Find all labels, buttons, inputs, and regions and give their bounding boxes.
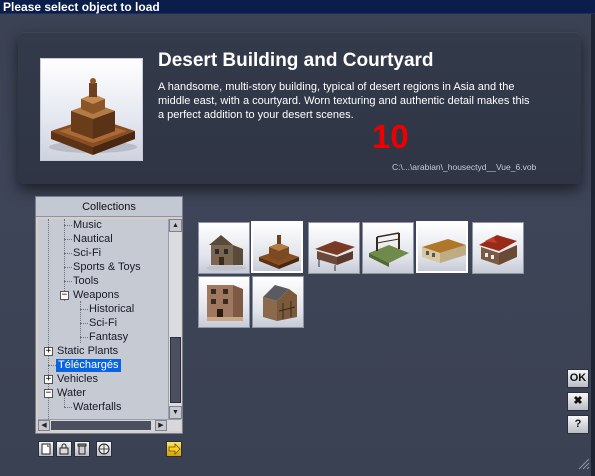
ruined-shack-thumbnail[interactable] [308, 222, 360, 274]
tree-line [64, 225, 72, 226]
hscroll-thumb[interactable] [51, 421, 151, 430]
collapse-weapons-icon[interactable]: − [60, 291, 69, 300]
tree-item-weapons-scifi[interactable]: Sci-Fi [89, 317, 117, 330]
collapse-water-icon[interactable]: − [44, 389, 53, 398]
preview-thumbnail [40, 58, 143, 161]
scaffold-thumbnail[interactable] [362, 222, 414, 274]
trash-icon[interactable] [74, 441, 90, 457]
scroll-down-icon[interactable]: ▼ [169, 406, 182, 419]
tree-line [64, 219, 65, 301]
tree-line [80, 337, 88, 338]
scroll-thumb[interactable] [170, 337, 181, 403]
collections-panel: Collections Music Nautical Sci-Fi Sports… [35, 196, 183, 434]
globe-icon[interactable] [96, 441, 112, 457]
tree-item-music[interactable]: Music [73, 219, 102, 232]
tree-item-weapons[interactable]: Weapons [73, 289, 119, 302]
tree-vertical-scrollbar[interactable]: ▲ ▼ [168, 219, 182, 419]
help-button[interactable]: ? [567, 415, 589, 434]
ok-button[interactable]: OK [567, 369, 589, 388]
tree-line [80, 309, 88, 310]
tree-item-fantasy[interactable]: Fantasy [89, 331, 128, 344]
scroll-right-icon[interactable]: ▶ [155, 420, 167, 431]
collections-tree[interactable]: Music Nautical Sci-Fi Sports & Toys Tool… [38, 219, 168, 419]
object-index-number: 10 [372, 118, 409, 155]
tree-item-telecharges[interactable]: Téléchargés [56, 359, 121, 372]
scroll-up-icon[interactable]: ▲ [169, 219, 182, 232]
tree-line [64, 239, 72, 240]
scroll-left-icon[interactable]: ◀ [38, 420, 50, 431]
tree-horizontal-scrollbar[interactable]: ◀ ▶ [38, 419, 181, 431]
tree-item-waterfalls[interactable]: Waterfalls [73, 401, 122, 414]
arrow-right-icon[interactable] [166, 441, 182, 457]
object-description: A handsome, multi-story building, typica… [158, 81, 530, 121]
tree-item-scifi[interactable]: Sci-Fi [73, 247, 101, 260]
title-bar: Please select object to load [0, 0, 595, 14]
tree-item-historical[interactable]: Historical [89, 303, 134, 316]
tree-item-nautical[interactable]: Nautical [73, 233, 113, 246]
tree-item-static-plants[interactable]: Static Plants [57, 345, 118, 358]
house-thumbnail[interactable] [198, 222, 250, 274]
tree-line [64, 407, 72, 408]
expand-static-plants-icon[interactable]: + [44, 347, 53, 356]
object-title: Desert Building and Courtyard [158, 50, 434, 71]
resize-grip-icon[interactable] [576, 456, 590, 470]
tree-line [64, 267, 72, 268]
barn-thumbnail[interactable] [252, 276, 304, 328]
tree-line [64, 281, 72, 282]
lock-icon[interactable] [56, 441, 72, 457]
desert-building-thumbnail[interactable] [251, 221, 303, 273]
tree-line [64, 253, 72, 254]
collections-header: Collections [36, 197, 182, 217]
tree-item-water[interactable]: Water [57, 387, 86, 400]
tree-line [80, 323, 88, 324]
tree-item-sports-toys[interactable]: Sports & Toys [73, 261, 141, 274]
long-building-thumbnail[interactable] [416, 221, 468, 273]
tree-line [48, 365, 56, 366]
window-edge [591, 14, 595, 476]
cancel-button[interactable]: ✖ [567, 392, 589, 411]
tree-item-tools[interactable]: Tools [73, 275, 99, 288]
object-file-path: C:\...\arabian\_housectyd__Vue_6.vob [392, 162, 537, 172]
expand-vehicles-icon[interactable]: + [44, 375, 53, 384]
window-title: Please select object to load [3, 0, 160, 14]
stone-building-thumbnail[interactable] [198, 276, 250, 328]
tree-item-vehicles[interactable]: Vehicles [57, 373, 98, 386]
new-collection-icon[interactable] [38, 441, 54, 457]
red-roof-house-thumbnail[interactable] [472, 222, 524, 274]
